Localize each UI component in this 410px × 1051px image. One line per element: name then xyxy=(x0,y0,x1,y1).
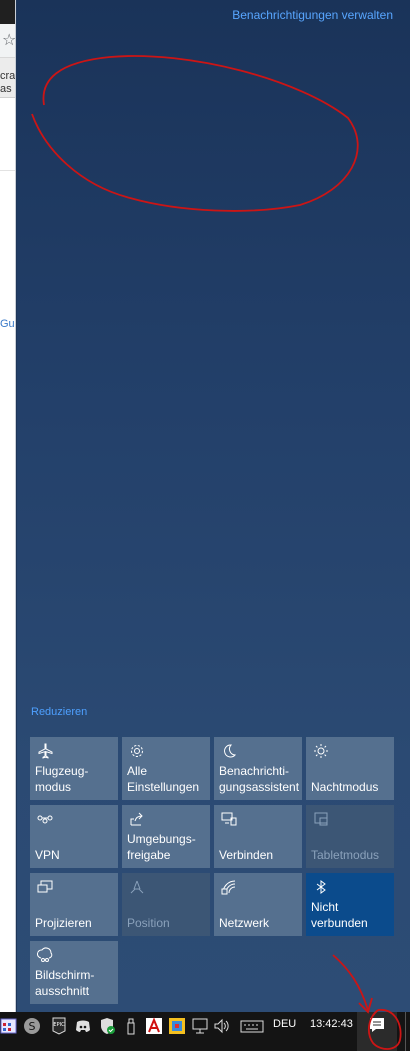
snip-icon xyxy=(37,947,53,963)
taskbar: S EPIC DEU 13:42:43 xyxy=(0,1012,410,1051)
epic-games-icon[interactable]: EPIC xyxy=(50,1017,68,1035)
tablet-icon xyxy=(313,811,329,827)
bluetooth-icon xyxy=(313,879,329,895)
tile-all-settings[interactable]: Alle Einstellungen xyxy=(122,737,210,800)
tile-tablet-mode[interactable]: Tabletmodus xyxy=(306,805,394,868)
tile-label: Bildschirm- ausschnitt xyxy=(35,968,95,998)
brightness-icon xyxy=(313,743,329,759)
tile-project[interactable]: Projizieren xyxy=(30,873,118,936)
background-browser-window: ☆ cra as Gu xyxy=(0,0,16,1012)
moon-icon xyxy=(221,743,237,759)
clock[interactable]: 13:42:43 xyxy=(310,1018,353,1030)
tile-vpn[interactable]: VPN xyxy=(30,805,118,868)
browser-titlebar xyxy=(0,0,15,24)
tile-airplane-mode[interactable]: Flugzeug- modus xyxy=(30,737,118,800)
tile-label: Position xyxy=(127,916,170,930)
tile-connect[interactable]: Verbinden xyxy=(214,805,302,868)
usb-icon[interactable] xyxy=(122,1017,140,1035)
app-icon[interactable] xyxy=(168,1017,186,1035)
action-center-icon xyxy=(370,1018,384,1032)
collapse-link[interactable]: Reduzieren xyxy=(31,706,87,718)
tile-label: Alle Einstellungen xyxy=(127,764,200,794)
tile-night-light[interactable]: Nachtmodus xyxy=(306,737,394,800)
tile-label: Projizieren xyxy=(35,916,92,930)
svg-text:EPIC: EPIC xyxy=(53,1022,65,1028)
action-center-panel: Benachrichtigungen verwalten Reduzieren … xyxy=(17,0,410,1012)
defender-icon[interactable] xyxy=(98,1017,116,1035)
page-link[interactable]: Gu xyxy=(0,318,15,330)
tile-nearby-sharing[interactable]: Umgebungs- freigabe xyxy=(122,805,210,868)
tile-label: VPN xyxy=(35,848,60,862)
manage-notifications-link[interactable]: Benachrichtigungen verwalten xyxy=(232,8,393,22)
browser-toolbar: ☆ xyxy=(0,24,15,58)
divider xyxy=(0,170,15,171)
tile-focus-assist[interactable]: Benachrichti- gungsassistent xyxy=(214,737,302,800)
keyboard-icon[interactable] xyxy=(240,1017,264,1035)
tile-screen-snip[interactable]: Bildschirm- ausschnitt xyxy=(30,941,118,1004)
airplane-icon xyxy=(37,743,53,759)
tile-label: Verbinden xyxy=(219,848,274,862)
tile-label: Flugzeug- modus xyxy=(35,764,89,794)
input-language[interactable]: DEU xyxy=(273,1018,296,1030)
tile-bluetooth[interactable]: Nicht verbunden xyxy=(306,873,394,936)
svg-text:S: S xyxy=(29,1020,36,1033)
tile-label: Umgebungs- freigabe xyxy=(127,832,196,862)
vpn-icon xyxy=(37,811,53,827)
location-icon xyxy=(129,879,145,895)
project-icon xyxy=(37,879,53,895)
network-icon[interactable] xyxy=(191,1017,209,1035)
tile-label: Netzwerk xyxy=(219,916,270,930)
share-icon xyxy=(129,811,145,827)
action-center-button[interactable] xyxy=(357,1012,397,1051)
connect-icon xyxy=(221,811,237,827)
tab-text-line-1: cra xyxy=(0,70,16,82)
skype-icon[interactable]: S xyxy=(23,1017,41,1035)
browser-tab-text: cra as xyxy=(0,58,15,98)
gear-icon xyxy=(129,743,145,759)
bookmark-star-icon[interactable]: ☆ xyxy=(2,30,15,49)
discord-icon[interactable] xyxy=(74,1017,92,1035)
tile-label: Benachrichti- gungsassistent xyxy=(219,764,300,794)
network-icon xyxy=(221,879,237,895)
tile-network[interactable]: Netzwerk xyxy=(214,873,302,936)
volume-icon[interactable] xyxy=(213,1017,231,1035)
tile-label: Nachtmodus xyxy=(311,780,379,794)
show-desktop-button[interactable] xyxy=(405,1012,410,1051)
avira-icon[interactable] xyxy=(145,1017,163,1035)
tab-text-line-2: as xyxy=(0,83,12,95)
calendar-icon[interactable] xyxy=(0,1017,18,1035)
tile-label: Nicht verbunden xyxy=(311,900,368,930)
tile-label: Tabletmodus xyxy=(311,848,380,862)
tile-location[interactable]: Position xyxy=(122,873,210,936)
